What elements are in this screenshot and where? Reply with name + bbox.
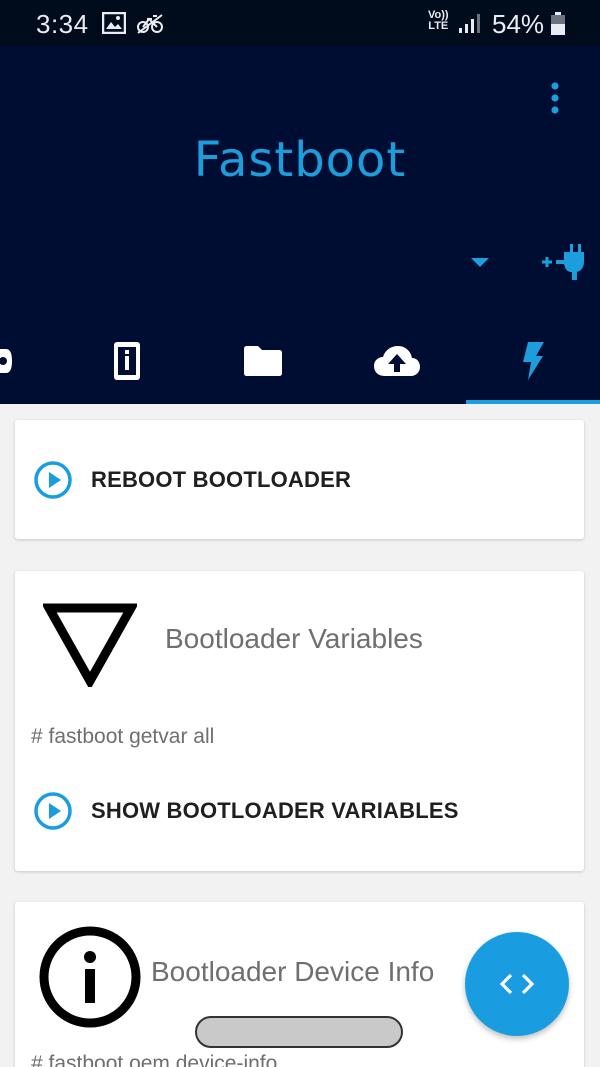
code-fab-button[interactable] bbox=[465, 932, 569, 1036]
volte-indicator: Vo)) LTE bbox=[428, 10, 449, 32]
cloud-upload-icon bbox=[374, 346, 420, 376]
getvar-command: # fastboot getvar all bbox=[31, 725, 215, 748]
device-icon bbox=[0, 349, 12, 373]
more-options-icon[interactable] bbox=[540, 80, 570, 120]
bootloader-variables-title: Bootloader Variables bbox=[165, 623, 423, 654]
status-time: 3:34 bbox=[36, 9, 89, 39]
info-icon bbox=[39, 926, 141, 1028]
folder-icon bbox=[244, 346, 282, 376]
device-info-command: # fastboot oem device-info bbox=[31, 1052, 278, 1067]
app-header: Fastboot bbox=[0, 46, 600, 404]
add-plugin-icon[interactable] bbox=[540, 242, 586, 282]
battery-icon bbox=[551, 12, 565, 35]
phone-info-icon bbox=[114, 342, 140, 380]
gesture-nav-pill[interactable] bbox=[195, 1016, 403, 1048]
battery-percent: 54% bbox=[492, 9, 545, 39]
show-bootloader-variables-label: SHOW BOOTLOADER VARIABLES bbox=[91, 798, 459, 823]
reboot-bootloader-button[interactable]: REBOOT BOOTLOADER bbox=[33, 460, 351, 500]
play-circle-icon bbox=[34, 792, 72, 830]
gallery-notification-icon bbox=[102, 12, 126, 34]
reboot-bootloader-card: REBOOT BOOTLOADER bbox=[15, 420, 584, 539]
tab-device[interactable] bbox=[0, 318, 20, 404]
dropdown-arrow-icon[interactable] bbox=[466, 250, 494, 274]
code-icon bbox=[499, 973, 535, 995]
tab-files[interactable] bbox=[196, 318, 330, 404]
tab-bar bbox=[0, 318, 600, 404]
tab-phone-info[interactable] bbox=[60, 318, 194, 404]
show-bootloader-variables-button[interactable]: SHOW BOOTLOADER VARIABLES bbox=[33, 791, 459, 831]
tab-flash[interactable] bbox=[466, 318, 600, 404]
reboot-bootloader-label: REBOOT BOOTLOADER bbox=[91, 467, 352, 492]
lte-label: LTE bbox=[428, 20, 449, 32]
bootloader-device-info-title: Bootloader Device Info bbox=[151, 956, 435, 987]
active-tab-indicator bbox=[466, 400, 600, 404]
status-bar: 3:34 Vo)) LTE 54% bbox=[0, 0, 600, 46]
tab-upload[interactable] bbox=[330, 318, 464, 404]
bike-notification-icon bbox=[137, 14, 163, 34]
app-screen: 3:34 Vo)) LTE 54% Fastboot REBOOT BOOTLO… bbox=[0, 0, 600, 1067]
app-title: Fastboot bbox=[193, 132, 407, 188]
play-circle-icon bbox=[34, 461, 72, 499]
signal-icon bbox=[459, 14, 480, 33]
nabla-icon bbox=[43, 603, 137, 687]
bootloader-variables-card: Bootloader Variables # fastboot getvar a… bbox=[15, 571, 584, 871]
flash-icon bbox=[523, 342, 544, 380]
